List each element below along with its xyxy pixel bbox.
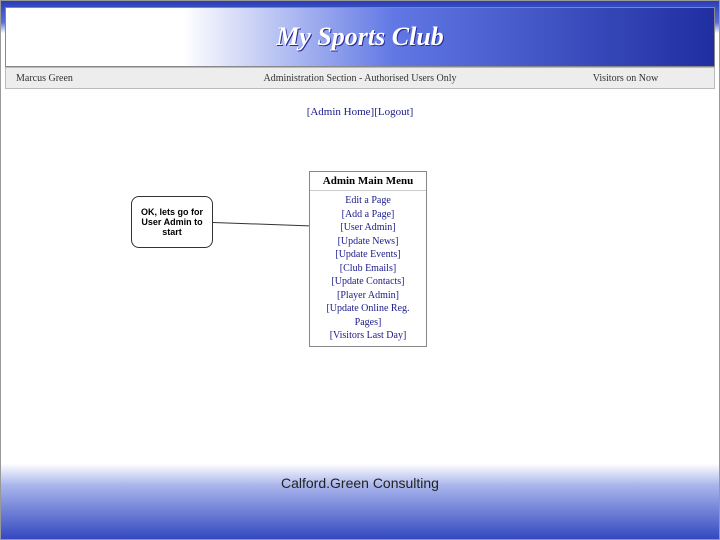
annotation-callout: OK, lets go for User Admin to start [131,196,213,248]
callout-pointer [213,222,309,226]
menu-item-visitors-last-day[interactable]: [Visitors Last Day] [312,329,424,343]
menu-items: Edit a Page [Add a Page] [User Admin] [U… [310,191,426,346]
menu-item-update-online-reg[interactable]: [Update Online Reg. Pages] [312,302,424,329]
logout-link[interactable]: [Logout] [374,106,413,118]
slide: My Sports Club Marcus Green Administrati… [0,0,720,540]
current-user: Marcus Green [6,73,183,84]
admin-home-link[interactable]: [Admin Home] [307,106,375,118]
menu-item-update-news[interactable]: [Update News] [312,235,424,249]
visitors-label: Visitors on Now [537,73,714,84]
menu-item-add-page[interactable]: [Add a Page] [312,208,424,222]
menu-item-player-admin[interactable]: [Player Admin] [312,289,424,303]
footer-company: Calford.Green Consulting [1,475,719,491]
admin-main-menu: Admin Main Menu Edit a Page [Add a Page]… [309,171,427,347]
site-title: My Sports Club [276,22,444,52]
sub-banner: Marcus Green Administration Section - Au… [5,67,715,89]
menu-item-update-events[interactable]: [Update Events] [312,248,424,262]
menu-item-update-contacts[interactable]: [Update Contacts] [312,275,424,289]
section-label: Administration Section - Authorised User… [183,73,537,84]
callout-text: OK, lets go for User Admin to start [136,207,208,237]
site-banner: My Sports Club [5,7,715,67]
top-nav: [Admin Home][Logout] [1,106,719,118]
menu-item-club-emails[interactable]: [Club Emails] [312,262,424,276]
menu-title: Admin Main Menu [310,172,426,191]
menu-item-edit-page[interactable]: Edit a Page [312,194,424,208]
menu-item-user-admin[interactable]: [User Admin] [312,221,424,235]
